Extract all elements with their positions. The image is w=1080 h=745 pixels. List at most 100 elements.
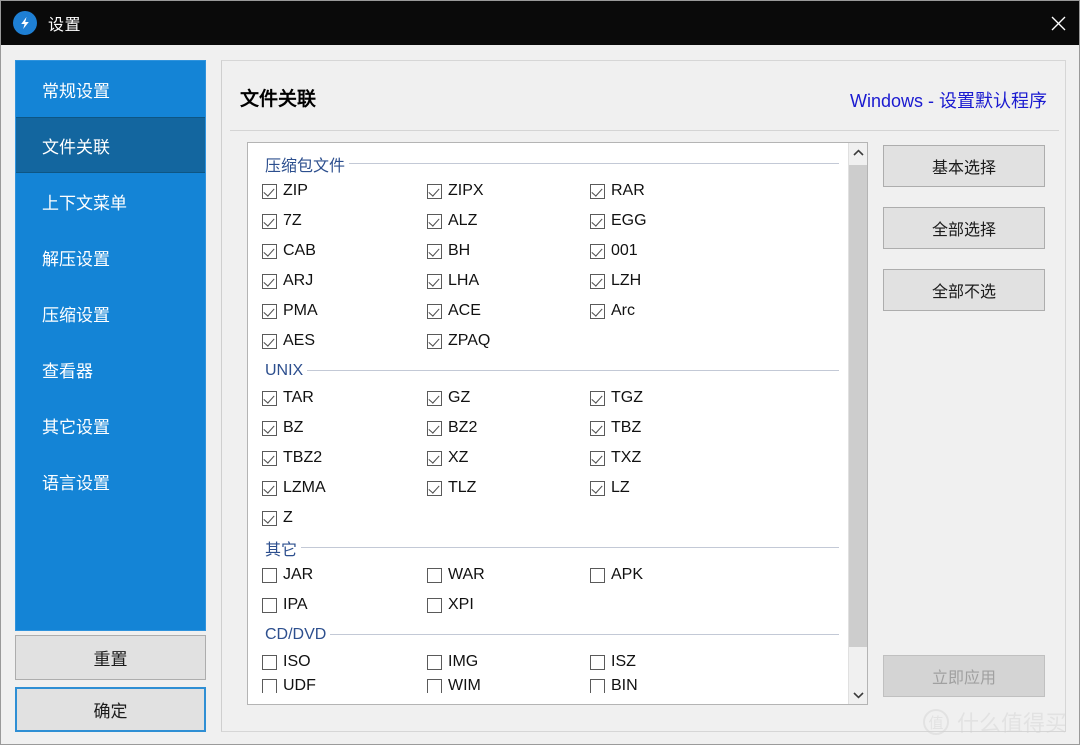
sidebar-item-other-settings[interactable]: 其它设置 [16, 397, 205, 453]
checkbox-cab[interactable]: CAB [262, 242, 427, 260]
checkbox-tar[interactable]: TAR [262, 389, 427, 407]
checkbox-lha[interactable]: LHA [427, 272, 590, 290]
settings-window: 设置 常规设置 文件关联 上下文菜单 解压设置 压缩设置 查看器 其它设置 [0, 0, 1080, 745]
checkbox-udf[interactable]: UDF [262, 677, 427, 693]
checkbox-gz[interactable]: GZ [427, 389, 590, 407]
checkbox-label: 001 [611, 242, 638, 260]
checkbox-lzh[interactable]: LZH [590, 272, 753, 290]
checkbox-z[interactable]: Z [262, 509, 427, 527]
checkbox-zpaq[interactable]: ZPAQ [427, 332, 590, 350]
checked-box-icon [590, 274, 605, 289]
checkbox-isz[interactable]: ISZ [590, 653, 753, 671]
sidebar-item-file-association[interactable]: 文件关联 [16, 117, 205, 173]
file-association-groups: 压缩包文件ZIPZIPXRAR7ZALZEGGCABBH001ARJLHALZH… [248, 143, 849, 693]
checked-box-icon [590, 304, 605, 319]
checkbox-egg[interactable]: EGG [590, 212, 753, 230]
checkbox-label: TBZ [611, 419, 641, 437]
ok-button[interactable]: 确定 [15, 687, 206, 732]
checked-box-icon [262, 214, 277, 229]
checkbox-jar[interactable]: JAR [262, 566, 427, 584]
close-icon[interactable] [1035, 1, 1080, 45]
checkbox-label: XZ [448, 449, 468, 467]
checkbox-arj[interactable]: ARJ [262, 272, 427, 290]
checkbox-pma[interactable]: PMA [262, 302, 427, 320]
checkbox-ace[interactable]: ACE [427, 302, 590, 320]
checkbox-tgz[interactable]: TGZ [590, 389, 753, 407]
window-title: 设置 [48, 11, 81, 35]
checkbox-wim[interactable]: WIM [427, 677, 590, 693]
checkbox-zipx[interactable]: ZIPX [427, 182, 590, 200]
checked-box-icon [262, 391, 277, 406]
checkbox-lzma[interactable]: LZMA [262, 479, 427, 497]
checkbox-label: ALZ [448, 212, 477, 230]
checkbox-label: ACE [448, 302, 481, 320]
group-divider [307, 370, 839, 371]
unchecked-box-icon [427, 568, 442, 583]
checkbox-rar[interactable]: RAR [590, 182, 753, 200]
checkbox-label: Arc [611, 302, 635, 320]
scroll-down-icon[interactable] [849, 685, 868, 704]
basic-select-button[interactable]: 基本选择 [883, 145, 1045, 187]
checkbox-label: IMG [448, 653, 478, 671]
select-all-button[interactable]: 全部选择 [883, 207, 1045, 249]
sidebar-item-extract-settings[interactable]: 解压设置 [16, 229, 205, 285]
checkbox-war[interactable]: WAR [427, 566, 590, 584]
checked-box-icon [262, 511, 277, 526]
checkbox-apk[interactable]: APK [590, 566, 753, 584]
checkbox-alz[interactable]: ALZ [427, 212, 590, 230]
checkbox-bz[interactable]: BZ [262, 419, 427, 437]
unchecked-box-icon [590, 655, 605, 670]
checked-box-icon [262, 184, 277, 199]
apply-now-button[interactable]: 立即应用 [883, 655, 1045, 697]
sidebar-item-viewer[interactable]: 查看器 [16, 341, 205, 397]
scroll-up-icon[interactable] [849, 143, 868, 162]
checkbox-label: ARJ [283, 272, 313, 290]
checkbox-txz[interactable]: TXZ [590, 449, 753, 467]
checkbox-lz[interactable]: LZ [590, 479, 753, 497]
checked-box-icon [590, 481, 605, 496]
sidebar-item-language-settings[interactable]: 语言设置 [16, 453, 205, 509]
checkbox-row: Z [248, 503, 849, 533]
checkbox-label: CAB [283, 242, 316, 260]
checkbox-arc[interactable]: Arc [590, 302, 753, 320]
vertical-scrollbar[interactable] [848, 143, 867, 704]
checkbox-label: TLZ [448, 479, 476, 497]
checkbox-xpi[interactable]: XPI [427, 596, 590, 614]
checkbox-label: ZIPX [448, 182, 484, 200]
scrollbar-thumb[interactable] [849, 165, 868, 647]
checkbox-7z[interactable]: 7Z [262, 212, 427, 230]
sidebar-item-label: 上下文菜单 [42, 189, 127, 214]
checkbox-bin[interactable]: BIN [590, 677, 753, 693]
file-association-list-panel: 压缩包文件ZIPZIPXRAR7ZALZEGGCABBH001ARJLHALZH… [247, 142, 868, 705]
sidebar-item-compress-settings[interactable]: 压缩设置 [16, 285, 205, 341]
unchecked-box-icon [262, 598, 277, 613]
checkbox-ipa[interactable]: IPA [262, 596, 427, 614]
checkbox-row: ISO IMG ISZ [248, 647, 849, 677]
checkbox-bz2[interactable]: BZ2 [427, 419, 590, 437]
checkbox-tbz2[interactable]: TBZ2 [262, 449, 427, 467]
checkbox-label: TAR [283, 389, 314, 407]
checkbox-aes[interactable]: AES [262, 332, 427, 350]
sidebar-item-general[interactable]: 常规设置 [16, 61, 205, 117]
checkbox-img[interactable]: IMG [427, 653, 590, 671]
checkbox-tlz[interactable]: TLZ [427, 479, 590, 497]
checkbox-row: ZIP ZIPX RAR [248, 176, 849, 206]
sidebar-item-context-menu[interactable]: 上下文菜单 [16, 173, 205, 229]
title-bar: 设置 [1, 1, 1080, 45]
deselect-all-button[interactable]: 全部不选 [883, 269, 1045, 311]
checkbox-label: LZ [611, 479, 630, 497]
checkbox-tbz[interactable]: TBZ [590, 419, 753, 437]
checkbox-zip[interactable]: ZIP [262, 182, 427, 200]
sidebar-item-label: 解压设置 [42, 245, 110, 270]
reset-button[interactable]: 重置 [15, 635, 206, 680]
checkbox-label: TXZ [611, 449, 641, 467]
checkbox-label: ZIP [283, 182, 308, 200]
checkbox-row: CAB BH 001 [248, 236, 849, 266]
checkbox-bh[interactable]: BH [427, 242, 590, 260]
checkbox-xz[interactable]: XZ [427, 449, 590, 467]
checkbox-label: TGZ [611, 389, 643, 407]
checkbox-001[interactable]: 001 [590, 242, 753, 260]
checkbox-iso[interactable]: ISO [262, 653, 427, 671]
windows-default-programs-link[interactable]: Windows - 设置默认程序 [850, 87, 1047, 113]
checked-box-icon [427, 481, 442, 496]
